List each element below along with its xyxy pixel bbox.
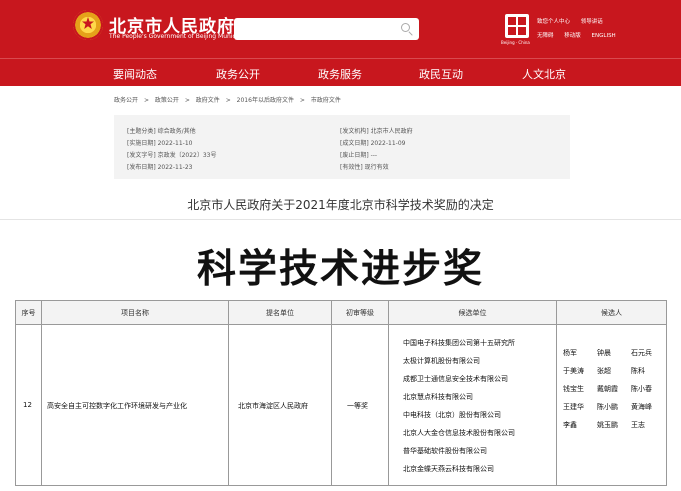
info-validity: [有效性] 现行有效 — [340, 164, 389, 171]
top-banner: 北京市人民政府 The People's Government of Beiji… — [0, 0, 681, 58]
candidate-unit: 北京慧点科技有限公司 — [403, 393, 473, 401]
nav-culture[interactable]: 人文北京 — [522, 66, 566, 82]
candidate-person: 王志 — [631, 421, 645, 429]
candidate-unit: 北京金蝶天燕云科技有限公司 — [403, 465, 494, 473]
candidate-person: 戴朝霞 — [597, 385, 618, 393]
breadcrumb-item[interactable]: 市政府文件 — [311, 97, 341, 104]
candidate-unit: 成都卫士通信息安全技术有限公司 — [403, 375, 508, 383]
candidate-person: 王建华 — [563, 403, 584, 411]
candidate-person: 钟晨 — [597, 349, 611, 357]
nav-gov-affairs[interactable]: 政务公开 — [216, 66, 260, 82]
national-emblem-icon — [73, 10, 103, 40]
section-divider — [0, 219, 681, 220]
candidate-unit: 中电科技（北京）股份有限公司 — [403, 411, 501, 419]
leader-speech-link[interactable]: 领导讲话 — [581, 19, 603, 25]
info-issuer: [发文机构] 北京市人民政府 — [340, 128, 413, 135]
award-heading: 科学技术进步奖 — [196, 247, 484, 292]
candidate-unit: 北京人大金仓信息技术股份有限公司 — [403, 429, 515, 437]
document-info-box: [主题分类] 综合政务/其他 [实施日期] 2022-11-10 [发文字号] … — [114, 115, 570, 179]
candidate-unit: 普华基础软件股份有限公司 — [403, 447, 487, 455]
award-level: 一等奖 — [347, 402, 368, 410]
info-abolish-date: [废止日期] --- — [340, 152, 378, 159]
info-impl-date: [实施日期] 2022-11-10 — [127, 140, 193, 147]
nav-news[interactable]: 要闻动态 — [113, 66, 157, 82]
row-number: 12 — [23, 401, 32, 409]
candidate-person: 石元兵 — [631, 349, 652, 357]
candidate-unit: 太极计算机股份有限公司 — [403, 357, 480, 365]
breadcrumb-separator: > — [143, 97, 149, 104]
info-doc-number: [发文字号] 京政发〔2022〕33号 — [127, 152, 217, 159]
info-topic: [主题分类] 综合政务/其他 — [127, 128, 196, 135]
header-level: 初审等级 — [346, 309, 374, 317]
info-pub-date: [发布日期] 2022-11-23 — [127, 164, 193, 171]
main-nav: 要闻动态 政务公开 政务服务 政民互动 人文北京 — [0, 58, 681, 86]
candidate-person: 于美涛 — [563, 367, 584, 375]
candidate-person: 陈科 — [631, 367, 645, 375]
accessibility-link[interactable]: 无障碍 — [537, 33, 554, 39]
header-nominator: 提名单位 — [266, 309, 294, 317]
header-persons: 候选人 — [601, 309, 622, 317]
document-title: 北京市人民政府关于2021年度北京市科学技术奖励的决定 — [187, 198, 494, 212]
top-links: 致您个人中心 领导讲话 无障碍 移动版 ENGLISH — [537, 17, 625, 45]
beijing-logo-caption: Beijing · China — [501, 40, 530, 45]
candidate-person: 黄海峰 — [631, 403, 652, 411]
candidate-person: 杨军 — [563, 349, 577, 357]
beijing-city-logo — [505, 14, 529, 38]
header-no: 序号 — [21, 309, 36, 317]
candidate-person: 钱宝生 — [563, 385, 584, 393]
candidate-unit: 中国电子科技集团公司第十五研究所 — [403, 339, 515, 347]
english-link[interactable]: ENGLISH — [592, 33, 616, 39]
breadcrumb: 政务公开 > 政策公开 > 政府文件 > 2016年以后政府文件 > 市政府文件 — [114, 95, 345, 104]
breadcrumb-item[interactable]: 政务公开 — [114, 97, 138, 104]
candidate-person: 姚玉鹏 — [597, 421, 618, 429]
breadcrumb-separator: > — [184, 97, 190, 104]
search-icon[interactable] — [401, 23, 410, 32]
candidate-person: 陈小春 — [631, 385, 652, 393]
candidate-person: 张超 — [597, 367, 611, 375]
header-project: 项目名称 — [121, 309, 149, 317]
project-name: 高安全自主可控数字化工作环境研发与产业化 — [47, 402, 187, 410]
header-units: 候选单位 — [458, 309, 487, 317]
search-input[interactable] — [234, 18, 419, 40]
breadcrumb-item[interactable]: 政府文件 — [196, 97, 220, 104]
nominating-unit: 北京市海淀区人民政府 — [238, 402, 308, 410]
mobile-link[interactable]: 移动版 — [564, 33, 581, 39]
breadcrumb-separator: > — [299, 97, 305, 104]
breadcrumb-item[interactable]: 政策公开 — [155, 97, 179, 104]
breadcrumb-separator: > — [225, 97, 231, 104]
info-written-date: [成文日期] 2022-11-09 — [340, 140, 406, 147]
candidate-person: 陈小鹏 — [597, 403, 618, 411]
user-center-link[interactable]: 致您个人中心 — [537, 19, 570, 25]
nav-interaction[interactable]: 政民互动 — [419, 66, 463, 82]
site-subtitle: The People's Government of Beijing Munic… — [109, 33, 255, 40]
breadcrumb-item[interactable]: 2016年以后政府文件 — [237, 97, 294, 104]
candidate-person: 李鑫 — [563, 421, 577, 429]
nav-services[interactable]: 政务服务 — [318, 66, 362, 82]
award-table: 序号 项目名称 提名单位 初审等级 候选单位 候选人 12 高安全自主可控数字化… — [15, 300, 667, 486]
